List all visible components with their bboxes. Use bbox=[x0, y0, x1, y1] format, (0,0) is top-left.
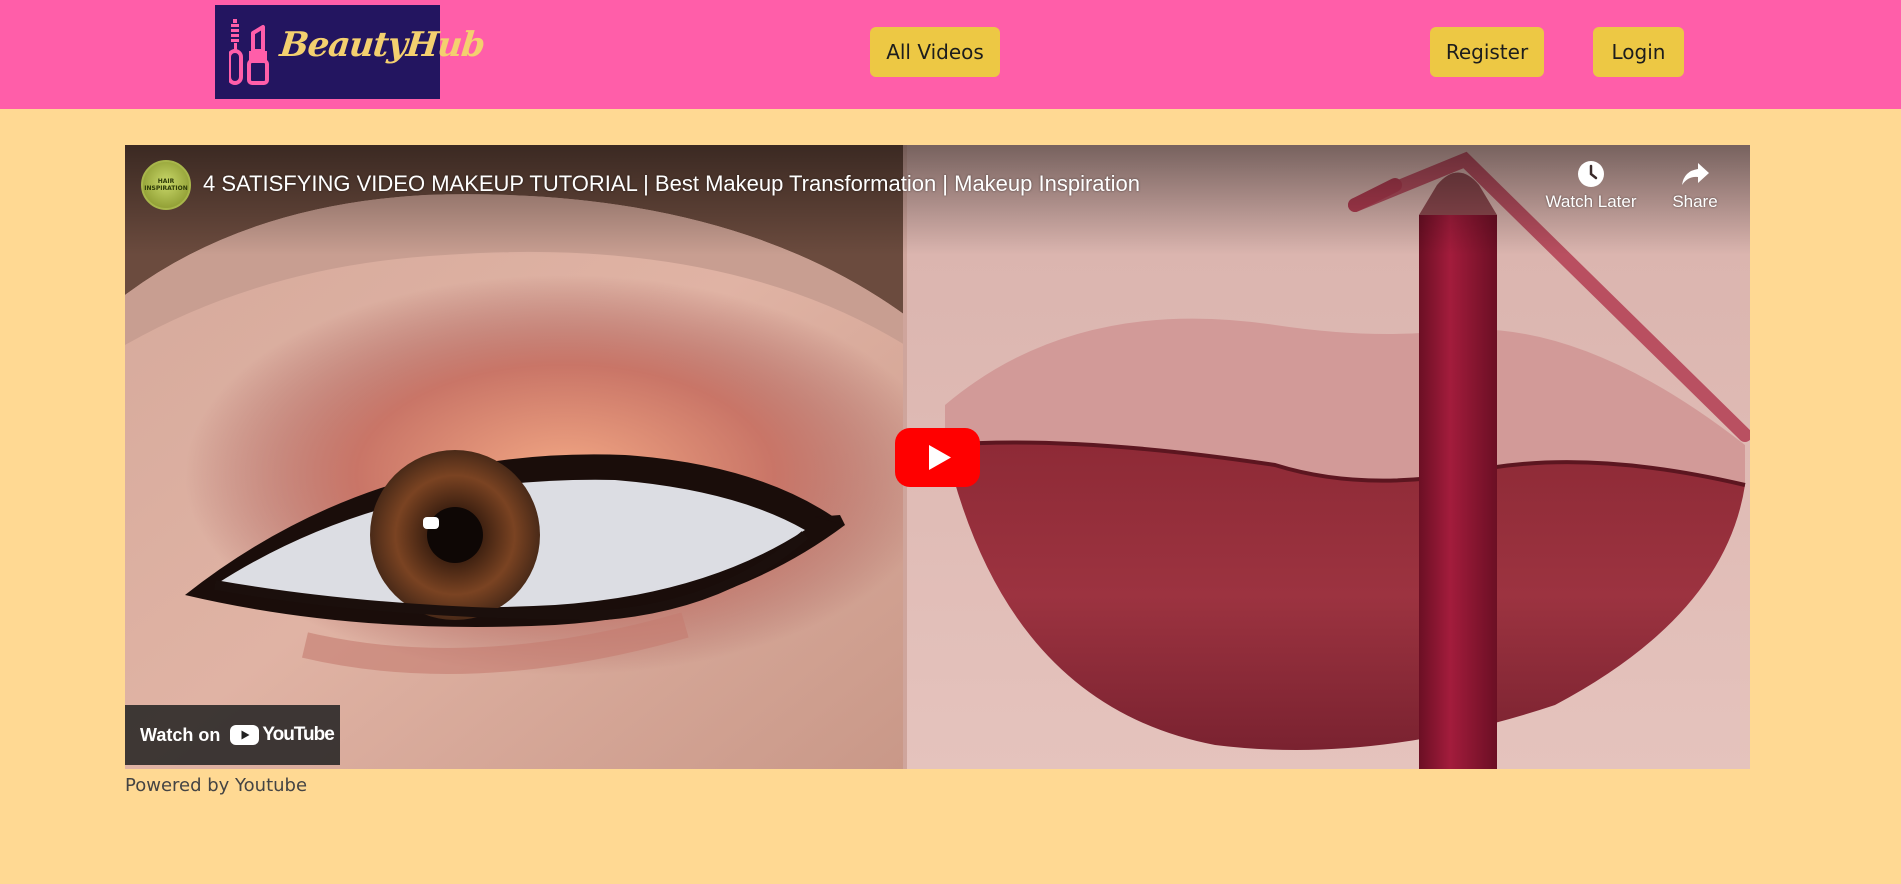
youtube-embed[interactable]: HAIR INSPIRATION 4 SATISFYING VIDEO MAKE… bbox=[125, 145, 1750, 769]
register-button[interactable]: Register bbox=[1430, 27, 1544, 77]
channel-avatar-text: HAIR INSPIRATION bbox=[144, 178, 188, 192]
share-label: Share bbox=[1672, 192, 1718, 211]
share-icon bbox=[1682, 163, 1709, 185]
site-header: BeautyHub All Videos Register Login bbox=[0, 0, 1901, 109]
logo-text: BeautyHub bbox=[277, 25, 487, 65]
watch-on-youtube-button[interactable]: Watch on YouTube bbox=[125, 705, 340, 765]
title-bar-shade bbox=[125, 145, 1750, 255]
makeup-icon bbox=[229, 19, 269, 85]
youtube-icon bbox=[230, 725, 260, 745]
all-videos-button[interactable]: All Videos bbox=[870, 27, 1000, 77]
share-button[interactable]: Share bbox=[1660, 160, 1730, 212]
play-button[interactable] bbox=[895, 428, 980, 487]
watch-on-label: Watch on bbox=[140, 724, 221, 745]
powered-by-text: Powered by Youtube bbox=[125, 775, 308, 796]
channel-avatar[interactable]: HAIR INSPIRATION bbox=[141, 160, 191, 210]
video-title[interactable]: 4 SATISFYING VIDEO MAKEUP TUTORIAL | Bes… bbox=[203, 171, 1140, 197]
watch-later-button[interactable]: Watch Later bbox=[1537, 160, 1645, 212]
watch-later-label: Watch Later bbox=[1545, 192, 1637, 211]
youtube-wordmark: YouTube bbox=[262, 724, 334, 745]
beautyhub-logo[interactable]: BeautyHub bbox=[215, 5, 486, 99]
clock-icon bbox=[1578, 161, 1604, 187]
youtube-logo: YouTube bbox=[230, 724, 335, 746]
login-button[interactable]: Login bbox=[1593, 27, 1684, 77]
